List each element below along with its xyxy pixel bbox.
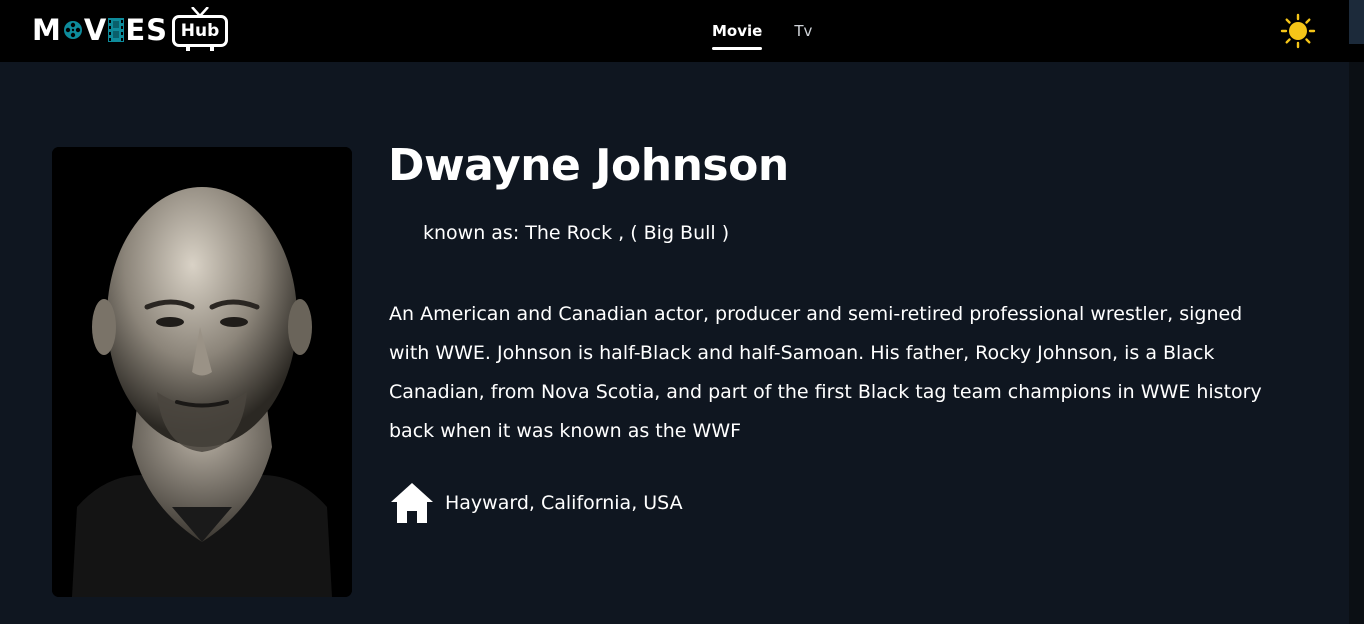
film-reel-icon xyxy=(63,21,82,39)
person-birthplace: Hayward, California, USA xyxy=(389,482,683,524)
main-nav: Movie Tv xyxy=(700,0,844,62)
person-biography: An American and Canadian actor, producer… xyxy=(389,303,1262,442)
site-logo[interactable]: M V ES Hub xyxy=(32,4,242,56)
home-icon xyxy=(391,483,433,523)
person-known-as: known as: The Rock , ( Big Bull ) xyxy=(423,222,730,244)
person-name: Dwayne Johnson xyxy=(388,140,789,191)
nav-tab-tv[interactable]: Tv xyxy=(794,0,812,62)
scrollbar-thumb[interactable] xyxy=(1349,0,1364,44)
nav-tab-movie[interactable]: Movie xyxy=(712,0,763,62)
person-profile-photo xyxy=(52,147,352,597)
logo-wordmark: M V ES xyxy=(32,13,168,47)
portrait-image xyxy=(52,147,352,597)
film-strip-icon xyxy=(108,18,125,42)
scrollbar-track[interactable] xyxy=(1349,62,1364,624)
logo-letters-es: ES xyxy=(125,13,169,47)
logo-letter-m: M xyxy=(32,13,62,47)
logo-letter-v: V xyxy=(83,13,108,47)
tv-stand-icon xyxy=(186,46,215,51)
top-navigation-bar: M V ES Hub Movie Tv xyxy=(0,0,1364,62)
tv-frame: Hub xyxy=(172,15,229,47)
birthplace-text: Hayward, California, USA xyxy=(445,492,683,514)
sun-icon[interactable] xyxy=(1280,13,1316,49)
logo-hub-badge: Hub xyxy=(172,7,232,53)
logo-hub-text: Hub xyxy=(180,21,220,41)
